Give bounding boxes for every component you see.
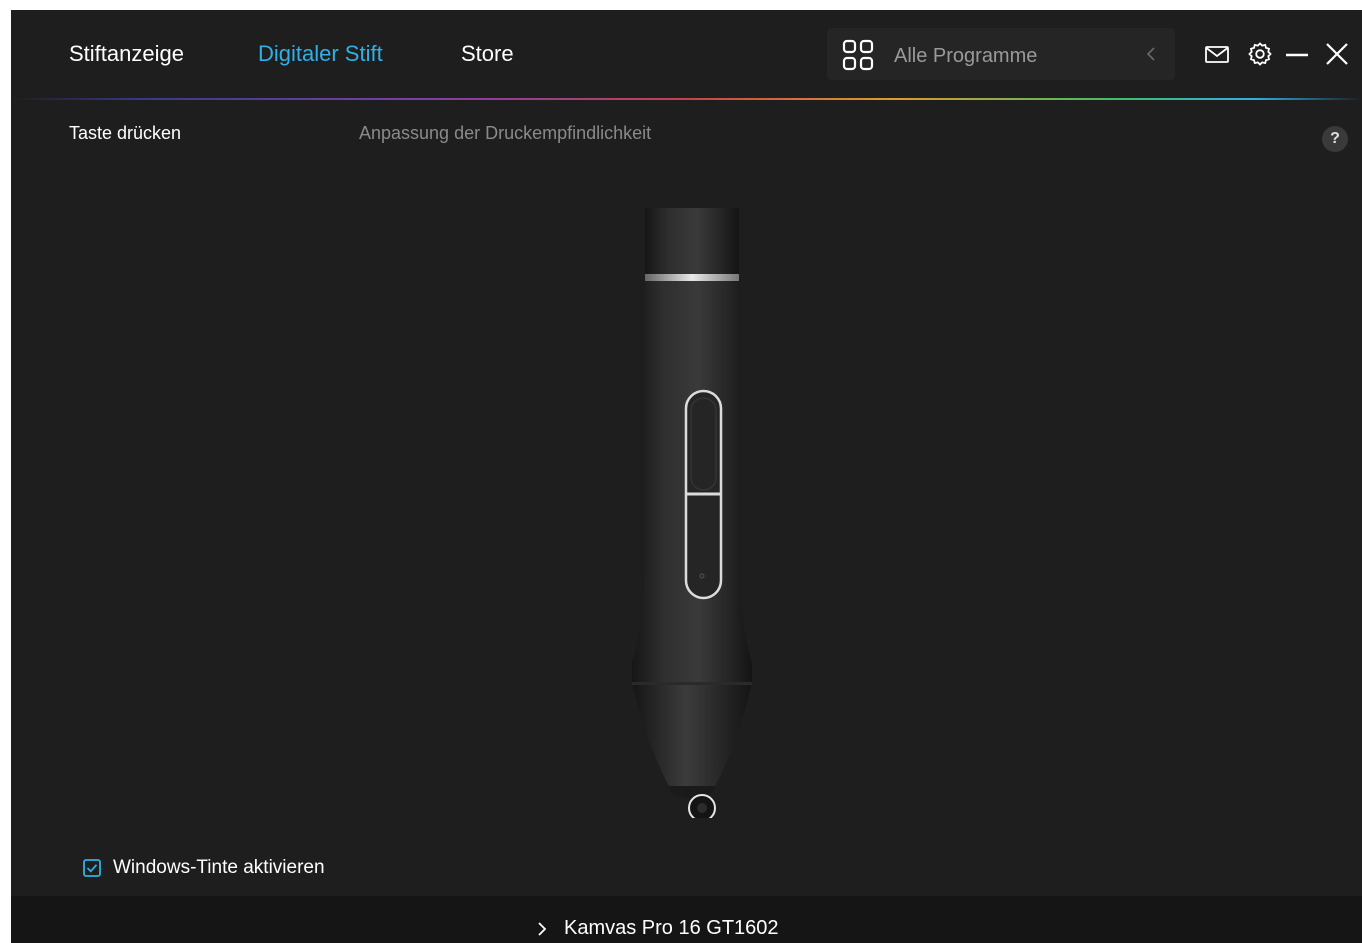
mail-icon[interactable] (1204, 41, 1230, 67)
grid-icon (842, 39, 874, 71)
header: Stiftanzeige Digitaler Stift Store Alle … (11, 10, 1362, 98)
gear-icon[interactable] (1247, 41, 1273, 67)
program-selector[interactable]: Alle Programme (827, 28, 1175, 80)
program-selector-label: Alle Programme (894, 45, 1038, 67)
device-name: Kamvas Pro 16 GT1602 (564, 917, 779, 939)
tab-digitaler-stift[interactable]: Digitaler Stift (258, 41, 383, 67)
pen-illustration (632, 208, 752, 818)
minimize-icon[interactable] (1284, 41, 1310, 67)
subtab-druckempfindlichkeit[interactable]: Anpassung der Druckempfindlichkeit (359, 123, 651, 144)
header-divider (11, 98, 1362, 100)
close-icon[interactable] (1324, 41, 1350, 67)
footer: Kamvas Pro 16 GT1602 (11, 896, 1362, 943)
windows-ink-label: Windows-Tinte aktivieren (113, 857, 325, 878)
checkbox-checked-icon[interactable] (83, 859, 101, 877)
tab-store[interactable]: Store (461, 41, 514, 67)
help-button[interactable]: ? (1322, 126, 1348, 152)
app-window: Stiftanzeige Digitaler Stift Store Alle … (11, 10, 1362, 943)
subtab-taste-druecken[interactable]: Taste drücken (69, 123, 181, 144)
chevron-right-icon (538, 922, 547, 936)
chevron-left-icon[interactable] (1141, 40, 1161, 68)
tab-stiftanzeige[interactable]: Stiftanzeige (69, 41, 184, 67)
